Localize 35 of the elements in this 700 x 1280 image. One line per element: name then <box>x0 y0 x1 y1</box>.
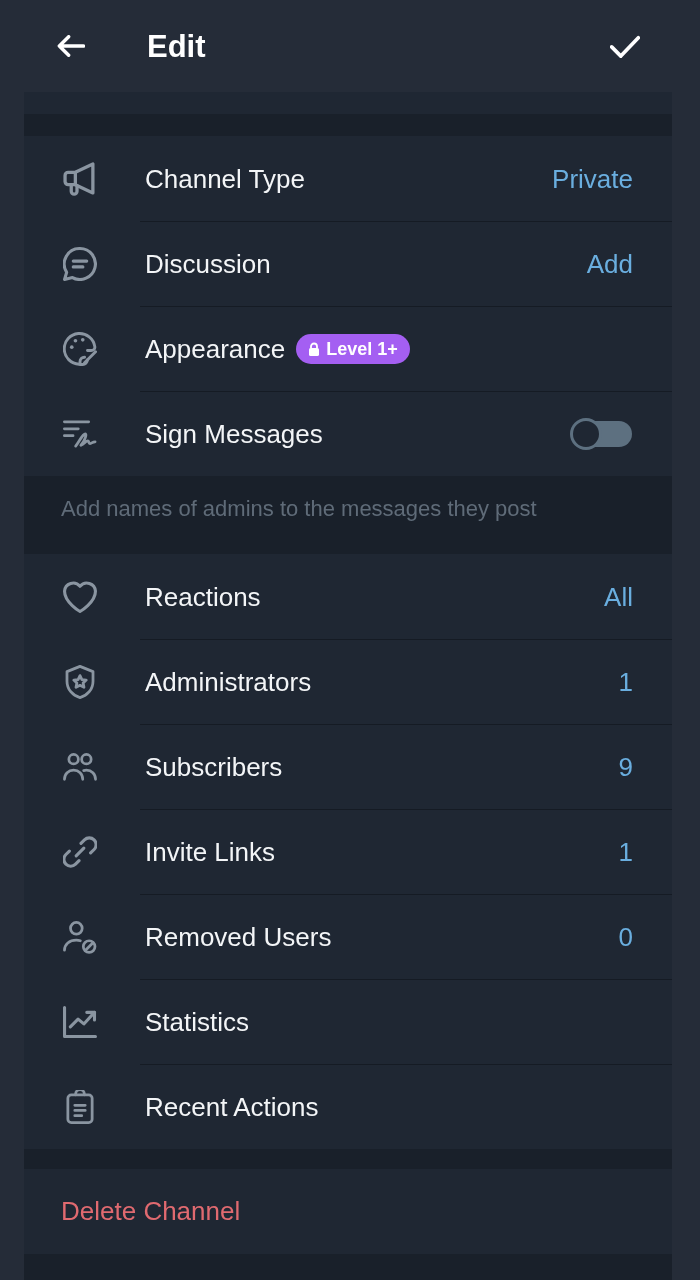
chart-icon <box>63 1004 97 1039</box>
setting-value: Add <box>586 248 633 280</box>
badge-text: Level 1+ <box>326 338 398 360</box>
setting-label[interactable]: Administrators <box>145 666 312 698</box>
setting-label[interactable]: Discussion <box>145 248 271 280</box>
setting-value: Private <box>552 163 633 195</box>
setting-label[interactable]: Invite Links <box>145 836 276 868</box>
setting-value: 9 <box>618 751 633 783</box>
screen-title: Edit <box>147 30 206 62</box>
megaphone-icon <box>63 161 97 196</box>
setting-label[interactable]: Removed Users <box>145 921 332 953</box>
setting-value: 1 <box>618 666 633 698</box>
hint-text: Add names of admins to the messages they post <box>60 495 538 523</box>
checkmark-icon[interactable] <box>610 34 640 58</box>
palette-icon <box>63 331 97 366</box>
setting-value: 0 <box>618 921 633 953</box>
link-icon <box>63 834 97 869</box>
lock-icon <box>308 342 321 356</box>
heart-icon <box>63 579 97 614</box>
clipboard-icon <box>63 1089 97 1124</box>
toggle-switch[interactable] <box>570 418 632 450</box>
setting-label[interactable]: Channel Type <box>145 163 305 195</box>
setting-label[interactable]: Recent Actions <box>145 1091 319 1123</box>
back-arrow-icon[interactable] <box>57 35 85 57</box>
setting-label[interactable]: Reactions <box>145 581 261 613</box>
speech-bubble-icon <box>63 246 97 281</box>
setting-label[interactable]: Sign Messages <box>145 418 323 450</box>
setting-label[interactable]: Subscribers <box>145 751 283 783</box>
setting-label[interactable]: Appearance <box>145 333 286 365</box>
delete-channel-button[interactable]: Delete Channel <box>61 1196 241 1227</box>
setting-label[interactable]: Statistics <box>145 1006 250 1038</box>
user-blocked-icon <box>63 919 97 954</box>
shield-star-icon <box>63 664 97 699</box>
setting-value: All <box>604 581 633 613</box>
setting-value: 1 <box>618 836 633 868</box>
